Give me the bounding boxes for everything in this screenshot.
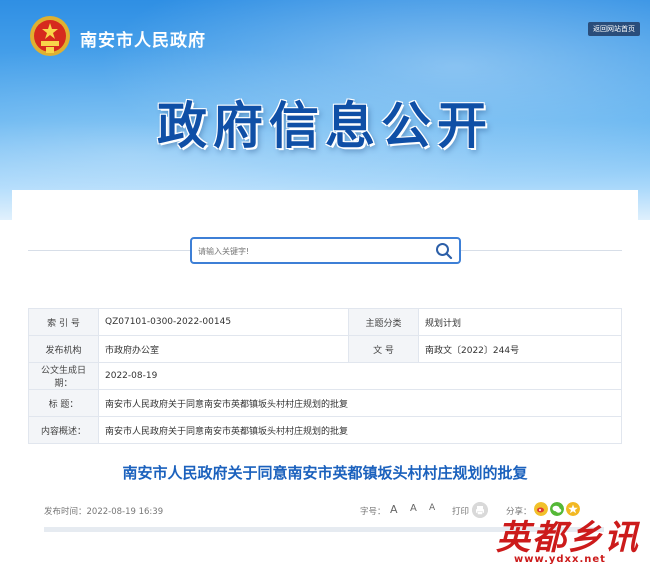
date-value: 2022-08-19 xyxy=(98,362,622,390)
watermark: 英都乡讯 www.ydxx.net xyxy=(496,510,646,568)
watermark-text: 英都乡讯 xyxy=(496,518,640,558)
font-size-label: 字号： xyxy=(360,507,386,517)
watermark-url: www.ydxx.net xyxy=(514,554,606,565)
search-input[interactable] xyxy=(198,243,418,259)
font-small-button[interactable]: A xyxy=(429,503,435,513)
font-large-button[interactable]: A xyxy=(390,503,398,516)
index-label: 索 引 号 xyxy=(28,308,99,336)
home-link-button[interactable]: 返回网站首页 xyxy=(588,22,640,36)
docno-label: 文 号 xyxy=(348,335,419,363)
site-name[interactable]: 南安市人民政府 xyxy=(80,26,206,51)
issuer-value: 市政府办公室 xyxy=(98,335,349,363)
topic-value: 规划计划 xyxy=(418,308,622,336)
national-emblem-icon xyxy=(30,16,70,56)
banner-title: 政府信息公开 xyxy=(157,97,493,155)
print-label[interactable]: 打印 xyxy=(452,505,469,517)
info-table: 索 引 号 QZ07101-0300-2022-00145 主题分类 规划计划 … xyxy=(28,308,622,444)
printer-icon[interactable] xyxy=(472,502,488,518)
docno-value: 南政文〔2022〕244号 xyxy=(418,335,622,363)
header-banner: 南安市人民政府 返回网站首页 政府信息公开 xyxy=(0,0,650,220)
table-row: 发布机构 市政府办公室 文 号 南政文〔2022〕244号 xyxy=(28,335,622,363)
table-row: 内容概述： 南安市人民政府关于同意南安市英都镇坂头村村庄规划的批复 xyxy=(28,416,622,444)
title-value: 南安市人民政府关于同意南安市英都镇坂头村村庄规划的批复 xyxy=(98,389,622,417)
date-label: 公文生成日期： xyxy=(28,362,99,390)
table-row: 标 题： 南安市人民政府关于同意南安市英都镇坂头村村庄规划的批复 xyxy=(28,389,622,417)
font-medium-button[interactable]: A xyxy=(410,503,417,514)
publish-time: 发布时间：2022-08-19 16:39 xyxy=(44,507,164,517)
search-icon[interactable] xyxy=(435,242,453,260)
title-label: 标 题： xyxy=(28,389,99,417)
index-value: QZ07101-0300-2022-00145 xyxy=(98,308,349,336)
search-box xyxy=(190,237,461,264)
document-title: 南安市人民政府关于同意南安市英都镇坂头村村庄规划的批复 xyxy=(122,464,528,482)
table-row: 公文生成日期： 2022-08-19 xyxy=(28,362,622,390)
topic-label: 主题分类 xyxy=(348,308,419,336)
table-row: 索 引 号 QZ07101-0300-2022-00145 主题分类 规划计划 xyxy=(28,308,622,336)
summary-label: 内容概述： xyxy=(28,416,99,444)
summary-value: 南安市人民政府关于同意南安市英都镇坂头村村庄规划的批复 xyxy=(98,416,622,444)
issuer-label: 发布机构 xyxy=(28,335,99,363)
